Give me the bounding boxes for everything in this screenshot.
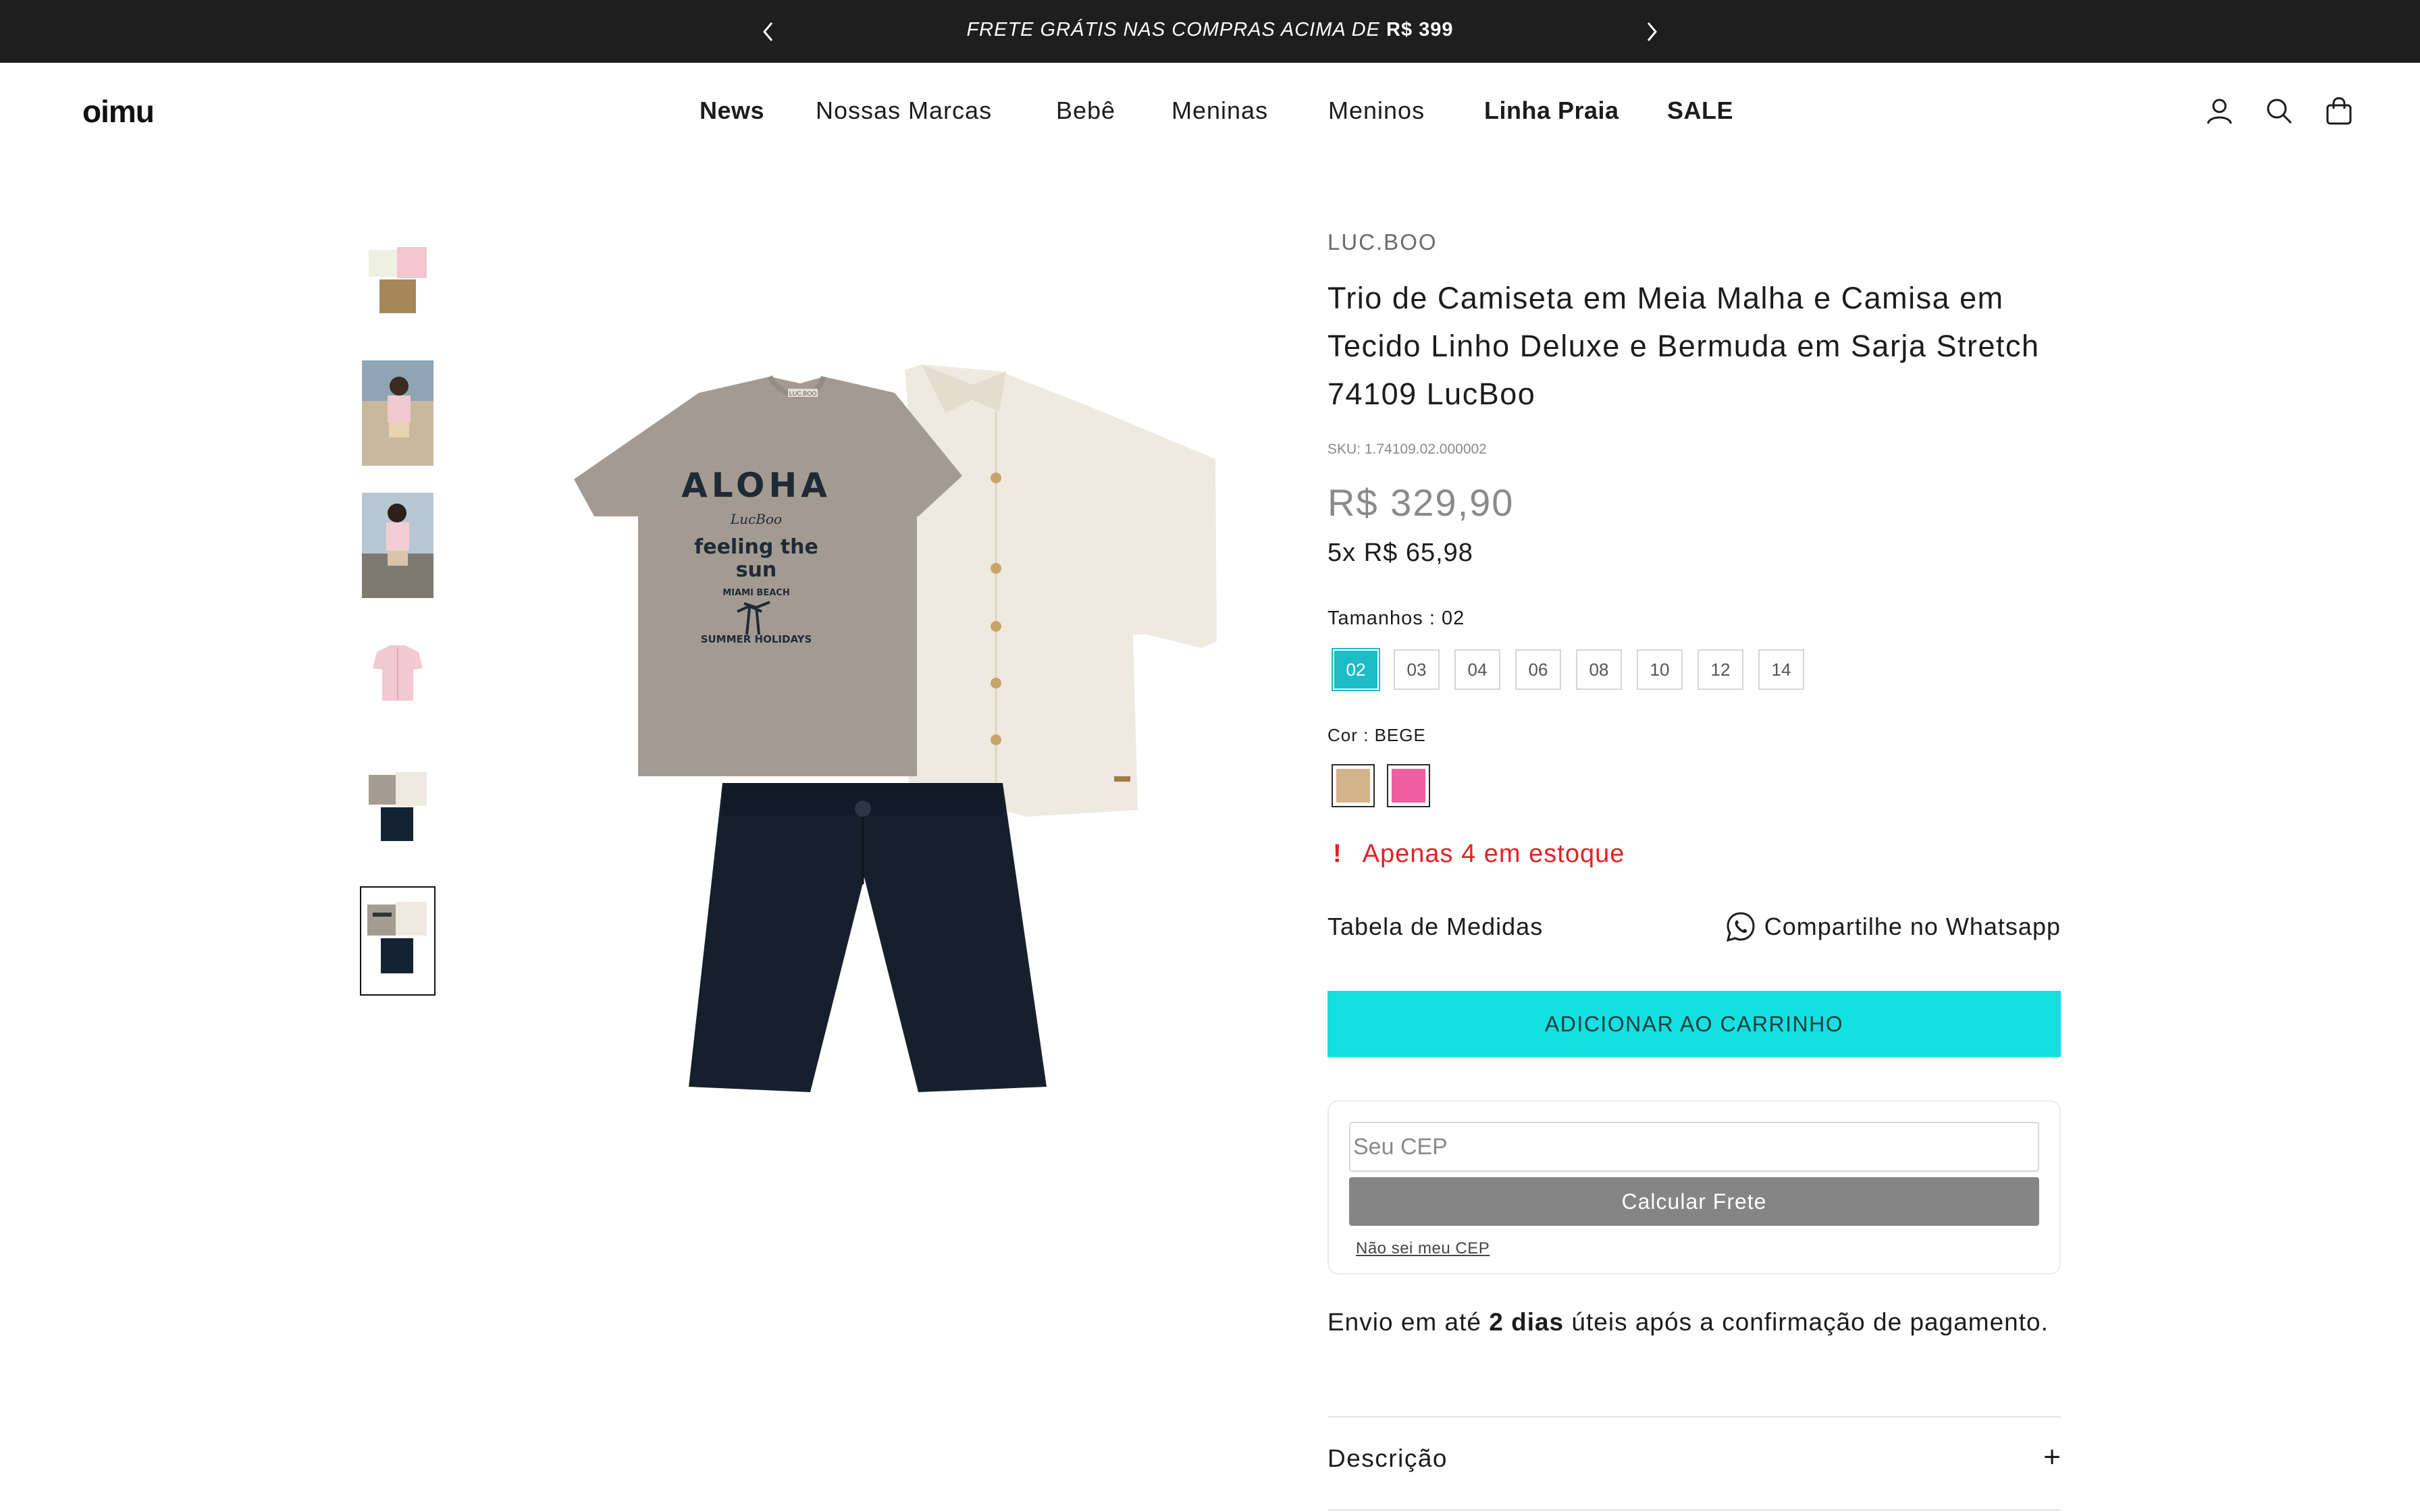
- size-option-10[interactable]: 10: [1637, 649, 1683, 690]
- thumbnail-3[interactable]: [360, 491, 436, 600]
- nav-sale[interactable]: SALE: [1667, 97, 1733, 125]
- nav-meninas[interactable]: Meninas: [1172, 97, 1268, 125]
- tshirt-text-miami: MIAMI BEACH: [722, 588, 789, 598]
- outfit-beige-navy-image: [369, 772, 427, 841]
- boy-on-beach-front-image: [362, 360, 433, 466]
- thumbnail-6[interactable]: [360, 886, 436, 996]
- next-announcement-button[interactable]: [1638, 18, 1665, 45]
- nav-news[interactable]: News: [700, 97, 764, 125]
- outfit-aloha-set-image: [367, 902, 427, 973]
- tshirt-tag-text: LUC.BOO: [789, 390, 817, 397]
- dont-know-cep-link[interactable]: Não sei meu CEP: [1356, 1239, 1490, 1258]
- account-icon: [2207, 99, 2232, 124]
- cart-icon: [2326, 97, 2352, 125]
- tshirt-text-sun: sun: [736, 558, 777, 582]
- search-icon: [2267, 99, 2292, 124]
- size-chart-link[interactable]: Tabela de Medidas: [1327, 913, 1543, 941]
- thumbnail-5[interactable]: [360, 755, 436, 865]
- calculate-shipping-button[interactable]: Calcular Frete: [1349, 1177, 2039, 1226]
- size-option-12[interactable]: 12: [1698, 649, 1743, 690]
- main-product-image[interactable]: LUC.BOO ALOHA LucBoo feeling the sun MIA…: [527, 351, 1242, 1094]
- announcement-bar: FRETE GRÁTIS NAS COMPRAS ACIMA DE R$ 399: [0, 0, 2420, 63]
- size-option-03[interactable]: 03: [1394, 649, 1440, 690]
- size-option-04[interactable]: 04: [1454, 649, 1500, 690]
- nav-meninos[interactable]: Meninos: [1328, 97, 1425, 125]
- whatsapp-share-link[interactable]: Compartilhe no Whatsapp: [1724, 910, 2061, 944]
- main-nav: News Nossas Marcas Bebê Meninas Meninos …: [0, 97, 2420, 130]
- site-header: oimu News Nossas Marcas Bebê Meninas Men…: [0, 63, 2420, 161]
- installments: 5x R$ 65,98: [1327, 539, 1473, 567]
- product-sku: SKU: 1.74109.02.000002: [1327, 441, 1487, 457]
- tshirt-text-summer: SUMMER HOLIDAYS: [701, 633, 812, 645]
- thumbnail-1[interactable]: [360, 233, 436, 342]
- size-option-02[interactable]: 02: [1332, 648, 1380, 691]
- product-price: R$ 329,90: [1327, 481, 1515, 524]
- tshirt-text-feeling: feeling the: [694, 535, 818, 559]
- add-to-cart-button[interactable]: ADICIONAR AO CARRINHO: [1327, 991, 2061, 1057]
- cart-button[interactable]: [2323, 95, 2355, 126]
- nav-bebe[interactable]: Bebê: [1056, 97, 1115, 125]
- nav-nossas-marcas[interactable]: Nossas Marcas: [816, 97, 992, 125]
- outfit-illustration: LUC.BOO ALOHA LucBoo feeling the sun MIA…: [574, 364, 1217, 1092]
- boy-on-beach-back-image: [362, 493, 433, 598]
- divider: [1327, 1416, 2061, 1418]
- stock-warning: ! Apenas 4 em estoque: [1333, 840, 1625, 868]
- whatsapp-icon: [1726, 912, 1755, 942]
- warning-icon: !: [1333, 840, 1342, 868]
- size-selector: 02 03 04 06 08 10 12 14: [1327, 648, 2061, 693]
- description-accordion[interactable]: Descrição +: [1327, 1440, 2061, 1485]
- size-label: Tamanhos : 02: [1327, 608, 1465, 629]
- thumbnail-2[interactable]: [360, 358, 436, 468]
- tshirt-text-lucboo: LucBoo: [730, 511, 782, 527]
- tshirt-text-aloha: ALOHA: [681, 466, 831, 505]
- shipping-calculator: Calcular Frete Não sei meu CEP: [1327, 1100, 2061, 1274]
- description-label: Descrição: [1327, 1444, 1448, 1472]
- color-swatch-pink[interactable]: [1387, 764, 1430, 807]
- shipping-info: Envio em até 2 dias úteis após a confirm…: [1327, 1308, 2049, 1336]
- chevron-right-icon: [1647, 22, 1657, 41]
- divider: [1327, 1509, 2061, 1511]
- thumbnail-4[interactable]: [360, 623, 436, 732]
- color-swatch-bege[interactable]: [1332, 764, 1375, 807]
- size-option-08[interactable]: 08: [1576, 649, 1622, 690]
- size-option-14[interactable]: 14: [1758, 649, 1804, 690]
- product-title: Trio de Camiseta em Meia Malha e Camisa …: [1327, 281, 2040, 411]
- search-button[interactable]: [2263, 95, 2294, 126]
- account-button[interactable]: [2204, 95, 2235, 126]
- cep-input[interactable]: [1349, 1122, 2039, 1172]
- plus-icon: +: [2043, 1440, 2061, 1474]
- nav-linha-praia[interactable]: Linha Praia: [1484, 97, 1619, 125]
- announcement-text: FRETE GRÁTIS NAS COMPRAS ACIMA DE R$ 399: [966, 19, 1454, 40]
- outfit-flat-lay-image: [369, 247, 427, 313]
- pink-shirt-image: [373, 645, 423, 701]
- product-brand[interactable]: LUC.BOO: [1327, 230, 1438, 255]
- size-option-06[interactable]: 06: [1515, 649, 1561, 690]
- color-label: Cor : BEGE: [1327, 725, 1426, 745]
